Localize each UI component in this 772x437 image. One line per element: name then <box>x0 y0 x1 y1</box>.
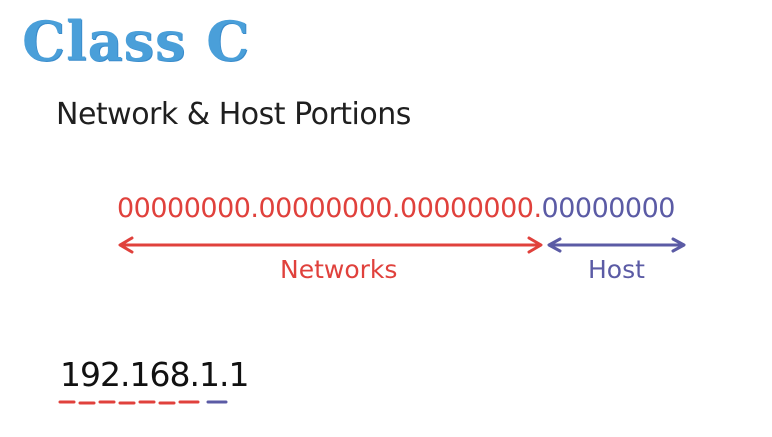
host-label: Host <box>588 255 645 284</box>
example-network-underline <box>58 400 200 405</box>
host-double-arrow <box>547 237 686 253</box>
example-ip-address: 192.168.1.1 <box>60 355 249 394</box>
networks-label: Networks <box>280 255 398 284</box>
network-double-arrow <box>118 236 543 254</box>
